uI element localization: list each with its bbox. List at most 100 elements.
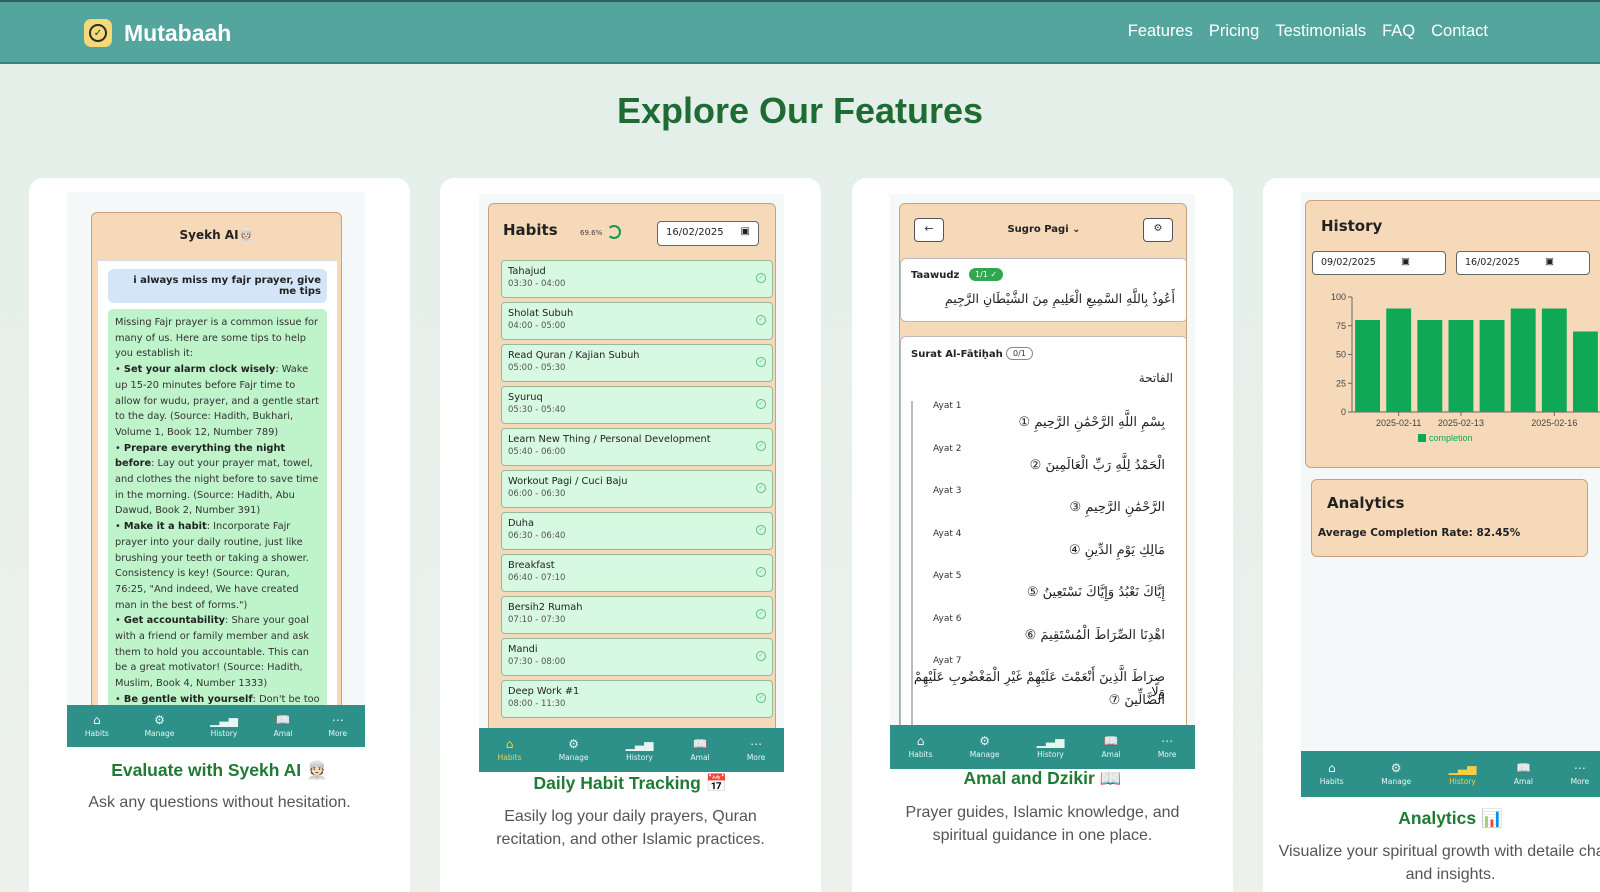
check-circle-icon[interactable]: ✓ <box>756 693 766 703</box>
nav-link-faq[interactable]: FAQ <box>1382 22 1415 41</box>
y-tick-label: 0 <box>1341 407 1346 417</box>
habit-item[interactable]: Breakfast 06:40 - 07:10 ✓ <box>501 554 773 592</box>
bnav-history[interactable]: ▁▃▅ History <box>210 714 238 738</box>
check-circle-icon[interactable]: ✓ <box>756 441 766 451</box>
card-description: Easily log your daily prayers, Quran rec… <box>496 808 765 848</box>
habit-item[interactable]: Read Quran / Kajian Subuh 05:00 - 05:30 ✓ <box>501 344 773 382</box>
nav-link-testimonials[interactable]: Testimonials <box>1275 22 1366 41</box>
habit-name: Workout Pagi / Cuci Baju <box>508 476 628 487</box>
bnav-history[interactable]: ▁▃▅ History <box>1449 762 1477 786</box>
bottom-nav: ⌂ Habits ⚙ Manage ▁▃▅ History 📖 Amal ⋯ More <box>890 725 1195 769</box>
check-circle-icon[interactable]: ✓ <box>756 651 766 661</box>
bar-2025-02-12 <box>1417 320 1443 412</box>
bar-2025-02-16 <box>1541 308 1567 412</box>
card-description: Prayer guides, Islamic knowledge, and sp… <box>905 804 1180 844</box>
home-icon: ⌂ <box>505 737 514 751</box>
nav-link-features[interactable]: Features <box>1128 22 1193 41</box>
x-tick-label: 2025-02-13 <box>1438 418 1484 428</box>
y-tick-label: 75 <box>1336 321 1346 331</box>
user-message: i always miss my fajr prayer, give me ti… <box>108 269 327 303</box>
ayat-label: Ayat 4 <box>933 528 962 539</box>
ayat-label: Ayat 7 <box>933 656 962 666</box>
bnav-amal[interactable]: 📖 Amal <box>691 738 710 762</box>
check-clock-icon: ✓ <box>84 19 112 47</box>
bar-2025-02-14 <box>1479 320 1505 412</box>
book-icon: 📖 <box>1515 761 1531 775</box>
habit-item[interactable]: Deep Work #1 08:00 - 11:30 ✓ <box>501 680 773 718</box>
habit-item[interactable]: Syuruq 05:30 - 05:40 ✓ <box>501 386 773 424</box>
check-circle-icon[interactable]: ✓ <box>756 609 766 619</box>
bar-2025-02-13 <box>1448 320 1474 412</box>
nav-link-pricing[interactable]: Pricing <box>1209 22 1259 41</box>
bnav-history[interactable]: ▁▃▅ History <box>626 738 654 762</box>
screenshot-analytics: History 09/02/2025 ▣ 16/02/2025 ▣ 0 25 50 75 1… <box>1301 192 1600 797</box>
calendar-icon: ▣ <box>740 226 750 237</box>
surah-card[interactable]: Surat Al-Fātiḥah 0/1 الفاتحة Ayat 1 بِسْم… <box>900 336 1186 732</box>
chat-body[interactable]: i always miss my fajr prayer, give me ti… <box>97 260 338 739</box>
habit-name: Learn New Thing / Personal Development <box>508 434 711 445</box>
bnav-manage[interactable]: ⚙ Manage <box>145 714 175 738</box>
completion-bar-chart: 0 25 50 75 100 2025-02-11 2025-02-13 2025-02-16… <box>1331 292 1600 443</box>
bnav-more[interactable]: ⋯ More <box>1571 762 1590 786</box>
habit-item[interactable]: Sholat Subuh 04:00 - 05:00 ✓ <box>501 302 773 340</box>
habit-name: Mandi <box>508 644 538 655</box>
y-tick-label: 25 <box>1336 378 1346 388</box>
date-picker[interactable]: 16/02/2025 ▣ <box>657 221 759 246</box>
check-circle-icon[interactable]: ✓ <box>756 399 766 409</box>
bnav-habits[interactable]: ⌂ Habits <box>498 738 522 762</box>
habit-item[interactable]: Tahajud 03:30 - 04:00 ✓ <box>501 260 773 298</box>
habit-item[interactable]: Workout Pagi / Cuci Baju 06:00 - 06:30 ✓ <box>501 470 773 508</box>
calendar-icon: ▣ <box>1401 256 1410 267</box>
bnav-more[interactable]: ⋯ More <box>1158 735 1177 759</box>
bnav-manage[interactable]: ⚙ Manage <box>1381 762 1411 786</box>
habit-time: 06:30 - 06:40 <box>508 531 566 541</box>
check-circle-icon[interactable]: ✓ <box>756 357 766 367</box>
x-tick-label: 2025-02-11 <box>1376 418 1421 428</box>
check-circle-icon[interactable]: ✓ <box>756 525 766 535</box>
check-circle-icon[interactable]: ✓ <box>756 483 766 493</box>
bnav-history[interactable]: ▁▃▅ History <box>1037 735 1065 759</box>
card-title: Daily Habit Tracking 📅 <box>533 773 728 793</box>
habit-item[interactable]: Mandi 07:30 - 08:00 ✓ <box>501 638 773 676</box>
bnav-amal[interactable]: 📖 Amal <box>274 714 293 738</box>
ayat-label: Ayat 1 <box>933 401 962 411</box>
bnav-amal[interactable]: 📖 Amal <box>1102 735 1121 759</box>
bnav-habits[interactable]: ⌂ Habits <box>85 714 109 738</box>
bnav-habits[interactable]: ⌂ Habits <box>1320 762 1344 786</box>
taawudz-text: أَعُوذُ بِاللَّهِ السَّمِيعِ الْعَلِيمِ … <box>944 291 1175 306</box>
bnav-amal[interactable]: 📖 Amal <box>1514 762 1533 786</box>
card-description: Ask any questions without hesitation. <box>88 794 351 811</box>
check-circle-icon[interactable]: ✓ <box>756 273 766 283</box>
bnav-more[interactable]: ⋯ More <box>747 738 766 762</box>
bottom-nav: ⌂ Habits ⚙ Manage ▁▃▅ History 📖 Amal ⋯ More <box>479 728 784 772</box>
surah-badge: 0/1 <box>1006 347 1033 360</box>
habits-panel: Habits 69.6% 16/02/2025 ▣ Tahajud 03:30 - … <box>488 203 776 733</box>
date-to-picker[interactable]: 16/02/2025 ▣ <box>1456 251 1590 275</box>
taawudz-card: Taawudz 1/1 ✓ أَعُوذُ بِاللَّهِ السَّمِي… <box>900 258 1186 322</box>
habit-time: 05:00 - 05:30 <box>508 363 566 373</box>
section-title: Explore Our Features <box>616 90 984 131</box>
habit-item[interactable]: Bersih2 Rumah 07:10 - 07:30 ✓ <box>501 596 773 634</box>
analytics-title: Analytics <box>1327 494 1405 512</box>
habit-name: Sholat Subuh <box>508 308 574 319</box>
nav-link-contact[interactable]: Contact <box>1431 22 1488 41</box>
check-circle-icon[interactable]: ✓ <box>756 567 766 577</box>
habit-name: Breakfast <box>508 560 555 571</box>
bnav-habits[interactable]: ⌂ Habits <box>909 735 933 759</box>
nav-links: Features Pricing Testimonials FAQ Contac… <box>1128 22 1488 41</box>
habit-name: Read Quran / Kajian Subuh <box>508 350 640 361</box>
date-from-picker[interactable]: 09/02/2025 ▣ <box>1312 251 1446 275</box>
y-tick-label: 50 <box>1336 350 1346 360</box>
check-circle-icon[interactable]: ✓ <box>756 315 766 325</box>
bnav-manage[interactable]: ⚙ Manage <box>559 738 589 762</box>
brand[interactable]: ✓ Mutabaah <box>84 19 231 47</box>
habit-item[interactable]: Duha 06:30 - 06:40 ✓ <box>501 512 773 550</box>
bnav-manage[interactable]: ⚙ Manage <box>970 735 1000 759</box>
settings-button[interactable]: ⚙ <box>1143 218 1173 242</box>
habit-item[interactable]: Learn New Thing / Personal Development 05… <box>501 428 773 466</box>
screenshot-habits: Habits 69.6% 16/02/2025 ▣ Tahajud 03:30 - … <box>479 194 784 772</box>
habit-time: 06:40 - 07:10 <box>508 573 566 583</box>
bar-chart-icon: ▁▃▅ <box>625 737 654 751</box>
bnav-more[interactable]: ⋯ More <box>328 714 347 738</box>
bottom-nav: ⌂ Habits ⚙ Manage ▁▃▅ History 📖 Amal ⋯ More <box>1301 751 1600 797</box>
